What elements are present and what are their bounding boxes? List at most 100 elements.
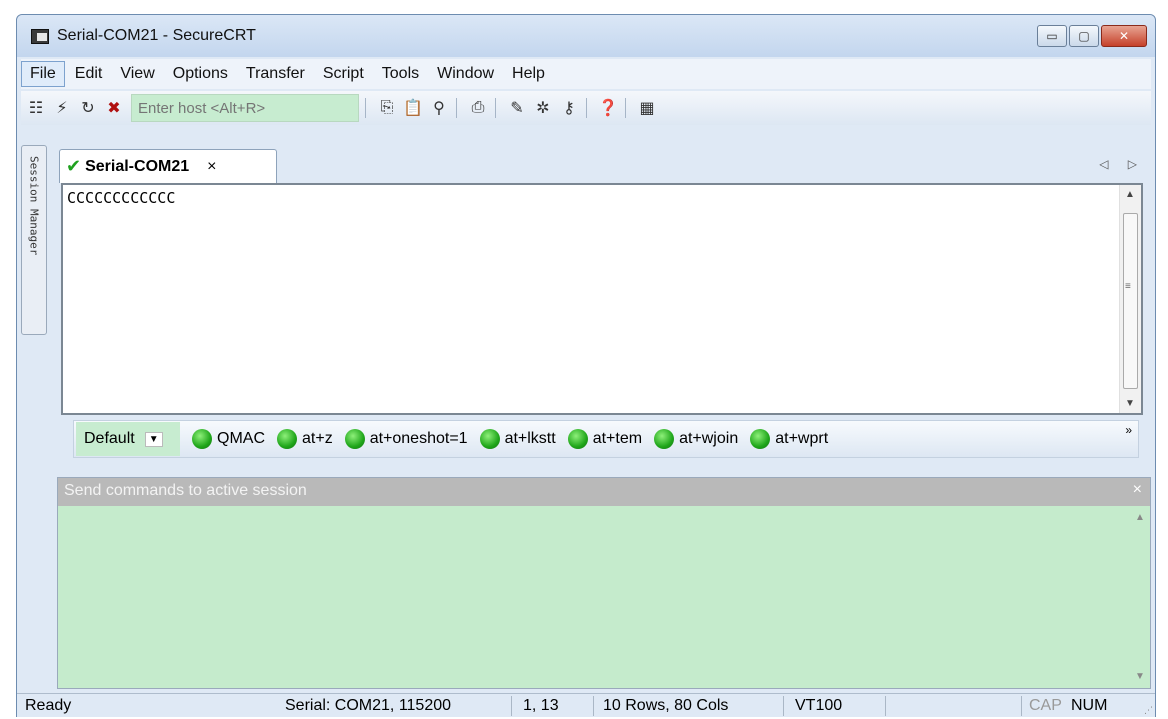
scroll-up-icon[interactable]: ▲ (1130, 512, 1150, 523)
button-label: at+tem (592, 430, 643, 447)
app-window: Serial-COM21 - SecureCRT ▭ ▢ ✕ File Edit… (16, 14, 1156, 717)
session-options-icon[interactable]: ✎ (506, 97, 528, 119)
command-window: Send commands to active session × ▲ ▼ (57, 477, 1151, 689)
status-divider (511, 696, 512, 716)
button-bar: Default ▼ QMAC at+z at+oneshot=1 at+lkst… (73, 420, 1139, 458)
status-num: NUM (1071, 697, 1108, 714)
disconnect-icon[interactable]: ✖ (103, 97, 125, 119)
command-input[interactable]: ▲ ▼ (58, 506, 1150, 688)
resize-grip-icon[interactable]: ⋰ (1144, 705, 1153, 716)
button-label: QMAC (217, 430, 265, 447)
chevron-down-icon[interactable]: ▼ (144, 431, 163, 447)
button-at-z[interactable]: at+z (277, 429, 333, 449)
toolbar-divider (625, 98, 626, 118)
button-label: at+wprt (775, 430, 829, 447)
scroll-grip-icon: ≡ (1125, 281, 1131, 292)
copy-icon[interactable]: ⎘ (376, 97, 398, 119)
button-at-oneshot[interactable]: at+oneshot=1 (344, 429, 468, 449)
button-qmac[interactable]: QMAC (192, 429, 265, 449)
button-bar-selector[interactable]: Default ▼ (76, 422, 180, 456)
menu-file[interactable]: File (21, 61, 65, 87)
connect-icon[interactable]: ☷ (25, 97, 47, 119)
button-bar-selector-value: Default (84, 430, 135, 447)
toolbar-divider (586, 98, 587, 118)
status-connection: Serial: COM21, 115200 (285, 697, 452, 714)
button-at-tem[interactable]: at+tem (567, 429, 643, 449)
scroll-down-icon[interactable]: ▼ (1120, 398, 1140, 409)
button-at-wprt[interactable]: at+wprt (750, 429, 828, 449)
status-cap: CAP (1029, 697, 1062, 714)
tab-label: Serial-COM21 (85, 157, 190, 175)
tab-bar: ✔ Serial-COM21 × ◁ ▷ (57, 145, 1151, 183)
button-at-lkstt[interactable]: at+lkstt (479, 429, 556, 449)
tab-serial-com21[interactable]: ✔ Serial-COM21 × (59, 149, 277, 183)
host-input[interactable] (131, 94, 359, 122)
status-divider (1021, 696, 1022, 716)
green-led-icon (277, 429, 297, 449)
toolbar-divider (365, 98, 366, 118)
terminal-scrollbar[interactable]: ▲ ≡ ▼ (1119, 185, 1141, 413)
menu-tools[interactable]: Tools (374, 62, 427, 86)
window-controls: ▭ ▢ ✕ (1037, 25, 1147, 47)
toolbar-divider (495, 98, 496, 118)
help-icon[interactable]: ❓ (597, 97, 619, 119)
reconnect-icon[interactable]: ↻ (77, 97, 99, 119)
menu-transfer[interactable]: Transfer (238, 62, 313, 86)
title-bar[interactable]: Serial-COM21 - SecureCRT ▭ ▢ ✕ (17, 15, 1155, 57)
status-bar: Ready Serial: COM21, 115200 1, 13 10 Row… (17, 693, 1155, 717)
status-divider (783, 696, 784, 716)
command-window-header: Send commands to active session × (58, 478, 1150, 506)
status-size: 10 Rows, 80 Cols (603, 697, 729, 714)
button-label: at+oneshot=1 (369, 430, 468, 447)
terminal-view[interactable]: CCCCCCCCCCCC ▲ ≡ ▼ (61, 183, 1143, 415)
status-cursor: 1, 13 (523, 697, 559, 714)
tab-close-icon[interactable]: × (207, 158, 216, 176)
status-divider (885, 696, 886, 716)
green-led-icon (344, 429, 365, 449)
toolbar: ☷ ⚡ ↻ ✖ ⎘ 📋 ⚲ ⎙ ✎ ✲ ⚷ ❓ ▦ (21, 91, 1151, 125)
menu-help[interactable]: Help (504, 62, 553, 86)
status-ready: Ready (25, 697, 72, 714)
scroll-up-icon[interactable]: ▲ (1120, 189, 1140, 200)
toolbar-divider (456, 98, 457, 118)
session-manager-tab[interactable]: Session Manager (21, 145, 47, 335)
maximize-button[interactable]: ▢ (1069, 25, 1099, 47)
tab-scroll-arrows[interactable]: ◁ ▷ (1099, 157, 1145, 171)
print-icon[interactable]: ⎙ (467, 97, 489, 119)
close-icon[interactable]: × (1133, 481, 1142, 499)
keymap-icon[interactable]: ⚷ (558, 97, 580, 119)
paste-icon[interactable]: 📋 (402, 97, 424, 119)
window-title: Serial-COM21 - SecureCRT (57, 27, 256, 44)
green-led-icon (567, 429, 588, 449)
script-icon[interactable]: ▦ (636, 97, 658, 119)
menu-edit[interactable]: Edit (67, 62, 111, 86)
close-button[interactable]: ✕ (1101, 25, 1147, 47)
sftp-icon[interactable]: ✲ (532, 97, 554, 119)
green-led-icon (479, 429, 500, 449)
menu-view[interactable]: View (112, 62, 162, 86)
green-led-icon (192, 429, 212, 449)
command-scrollbar[interactable]: ▲ ▼ (1130, 506, 1150, 688)
minimize-button[interactable]: ▭ (1037, 25, 1067, 47)
green-led-icon (654, 429, 675, 449)
quick-connect-icon[interactable]: ⚡ (51, 97, 73, 119)
app-icon (31, 29, 49, 44)
status-emulation: VT100 (795, 697, 843, 714)
scroll-down-icon[interactable]: ▼ (1130, 671, 1150, 682)
overflow-icon[interactable]: » (1125, 423, 1132, 437)
status-divider (593, 696, 594, 716)
find-icon[interactable]: ⚲ (428, 97, 450, 119)
connected-check-icon: ✔ (66, 156, 82, 176)
menu-bar: File Edit View Options Transfer Script T… (21, 59, 1151, 89)
menu-script[interactable]: Script (315, 62, 372, 86)
button-label: at+wjoin (679, 430, 739, 447)
button-label: at+lkstt (504, 430, 556, 447)
menu-window[interactable]: Window (429, 62, 502, 86)
menu-options[interactable]: Options (165, 62, 236, 86)
button-label: at+z (302, 430, 333, 447)
scroll-thumb[interactable] (1123, 213, 1138, 389)
green-led-icon (750, 429, 771, 449)
command-window-title: Send commands to active session (64, 482, 307, 499)
terminal-output: CCCCCCCCCCCC (67, 189, 176, 207)
button-at-wjoin[interactable]: at+wjoin (654, 429, 738, 449)
